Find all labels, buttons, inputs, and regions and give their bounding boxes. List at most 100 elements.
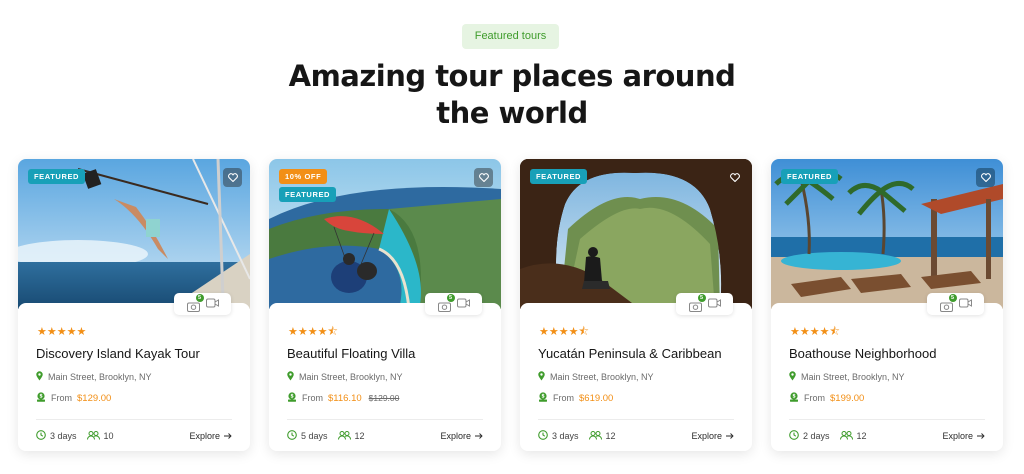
tour-photo-kayak[interactable]: FEATURED	[18, 159, 250, 309]
media-indicator[interactable]: 5	[927, 293, 984, 315]
duration-text: 3 days	[50, 431, 77, 441]
explore-label: Explore	[440, 431, 471, 441]
people-count: 12	[605, 431, 616, 441]
group-size: 10	[86, 430, 114, 442]
group-size: 12	[839, 430, 867, 442]
location-text: Main Street, Brooklyn, NY	[550, 372, 654, 382]
media-indicator[interactable]: 5	[174, 293, 231, 315]
rating-stars: ★★★★⯪	[539, 326, 589, 337]
divider	[36, 419, 232, 420]
tour-footer: 3 days 10 Explore	[36, 430, 232, 442]
from-label: From	[302, 393, 323, 403]
arrow-right-icon	[726, 431, 734, 441]
group-size: 12	[588, 430, 616, 442]
camera-icon: 5	[939, 293, 957, 312]
price-tag-icon: $	[36, 392, 46, 404]
divider	[538, 419, 734, 420]
duration: 3 days	[36, 430, 77, 442]
divider	[287, 419, 483, 420]
price-amount: $116.10	[328, 392, 362, 404]
price-tag-icon: $	[789, 392, 799, 404]
video-icon	[707, 295, 721, 313]
photo-count-badge: 5	[446, 293, 455, 302]
people-icon	[839, 430, 853, 442]
tour-photo-paragliding[interactable]: 10% OFF FEATURED	[269, 159, 501, 309]
media-indicator[interactable]: 5	[425, 293, 482, 315]
explore-label: Explore	[189, 431, 220, 441]
explore-label: Explore	[942, 431, 973, 441]
tour-title[interactable]: Yucatán Peninsula & Caribbean	[538, 346, 722, 361]
tour-title[interactable]: Discovery Island Kayak Tour	[36, 346, 200, 361]
map-pin-icon	[287, 371, 294, 383]
group-size: 12	[337, 430, 365, 442]
explore-link[interactable]: Explore	[440, 431, 483, 441]
explore-link[interactable]: Explore	[942, 431, 985, 441]
video-icon	[958, 295, 972, 313]
video-icon	[456, 295, 470, 313]
tour-location: Main Street, Brooklyn, NY	[287, 371, 403, 383]
arrow-right-icon	[977, 431, 985, 441]
map-pin-icon	[36, 371, 43, 383]
tour-price: $ From $129.00	[36, 392, 111, 404]
explore-label: Explore	[691, 431, 722, 441]
tour-card[interactable]: FEATURED 5 ★★★★⯪ Yucatán Peninsula & Car…	[520, 159, 752, 451]
people-icon	[337, 430, 351, 442]
duration-text: 2 days	[803, 431, 830, 441]
tour-photo-boathouse[interactable]: FEATURED	[771, 159, 1003, 309]
price-amount: $199.00	[830, 392, 865, 404]
people-count: 10	[103, 431, 114, 441]
duration-text: 3 days	[552, 431, 579, 441]
price-amount: $619.00	[579, 392, 614, 404]
divider	[789, 419, 985, 420]
star-icon: ★★★★⯪	[790, 325, 840, 338]
tour-title[interactable]: Boathouse Neighborhood	[789, 346, 936, 361]
people-icon	[86, 430, 100, 442]
wishlist-heart-icon[interactable]	[976, 168, 995, 187]
original-price: $129.00	[368, 393, 400, 403]
tour-card[interactable]: 10% OFF FEATURED 5 ★★★★⯪ Beautiful Float…	[269, 159, 501, 451]
price-tag-icon: $	[287, 392, 297, 404]
tour-footer: 5 days 12 Explore	[287, 430, 483, 442]
clock-icon	[287, 430, 297, 442]
media-indicator[interactable]: 5	[676, 293, 733, 315]
wishlist-heart-icon[interactable]	[223, 168, 242, 187]
people-count: 12	[856, 431, 867, 441]
clock-icon	[36, 430, 46, 442]
section-title: Amazing tour places around the world	[0, 58, 1024, 132]
tour-photo-cave[interactable]: FEATURED	[520, 159, 752, 309]
from-label: From	[51, 393, 72, 403]
featured-tours-badge: Featured tours	[462, 24, 559, 49]
tour-title[interactable]: Beautiful Floating Villa	[287, 346, 415, 361]
photo-count-badge: 5	[948, 293, 957, 302]
camera-icon: 5	[688, 293, 706, 312]
explore-link[interactable]: Explore	[189, 431, 232, 441]
people-count: 12	[354, 431, 365, 441]
star-icon: ★★★★⯪	[539, 325, 589, 338]
duration-text: 5 days	[301, 431, 328, 441]
arrow-right-icon	[224, 431, 232, 441]
discount-tag: 10% OFF	[279, 169, 328, 184]
location-text: Main Street, Brooklyn, NY	[48, 372, 152, 382]
star-icon: ★★★★⯪	[288, 325, 338, 338]
featured-tag: FEATURED	[279, 187, 337, 202]
video-icon	[205, 295, 219, 313]
tour-footer: 3 days 12 Explore	[538, 430, 734, 442]
wishlist-heart-icon[interactable]	[474, 168, 493, 187]
clock-icon	[789, 430, 799, 442]
camera-icon: 5	[437, 293, 455, 312]
rating-stars: ★★★★⯪	[790, 326, 840, 337]
map-pin-icon	[789, 371, 796, 383]
from-label: From	[804, 393, 825, 403]
tour-location: Main Street, Brooklyn, NY	[538, 371, 654, 383]
tour-card[interactable]: FEATURED 5 ★★★★⯪ Boathouse Neighborhood …	[771, 159, 1003, 451]
wishlist-heart-icon[interactable]	[725, 168, 744, 187]
map-pin-icon	[538, 371, 545, 383]
arrow-right-icon	[475, 431, 483, 441]
explore-link[interactable]: Explore	[691, 431, 734, 441]
section-title-line-2: the world	[436, 96, 588, 130]
duration: 5 days	[287, 430, 328, 442]
tour-price: $ From $116.10 $129.00	[287, 392, 399, 404]
price-amount: $129.00	[77, 392, 112, 404]
camera-icon: 5	[186, 293, 204, 312]
tour-card[interactable]: FEATURED 5 ★★★★★ Discovery Island Kayak …	[18, 159, 250, 451]
